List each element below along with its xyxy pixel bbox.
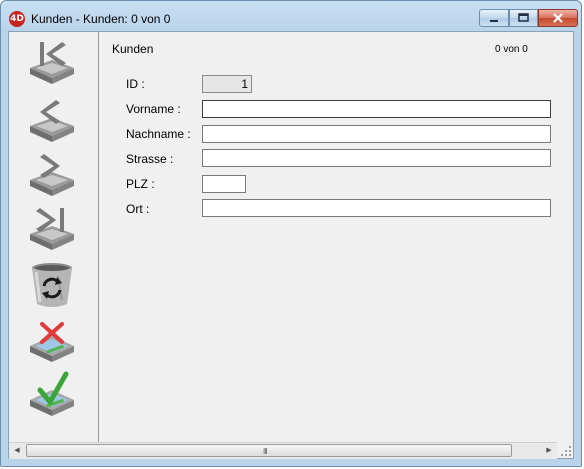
- accept-icon: [30, 371, 74, 416]
- 4d-app-icon: 4D: [9, 11, 25, 27]
- plz-label: PLZ :: [126, 177, 155, 191]
- scroll-right-arrow-icon[interactable]: ▶: [541, 443, 557, 459]
- window: 4D Kunden - Kunden: 0 von 0 Kunden 0 von…: [0, 0, 582, 467]
- vorname-label: Vorname :: [126, 102, 181, 116]
- nachname-field[interactable]: [202, 125, 551, 143]
- trash-icon: [32, 263, 72, 307]
- scroll-left-arrow-icon[interactable]: ◀: [9, 443, 25, 459]
- first-record-button[interactable]: [24, 38, 80, 88]
- next-record-icon: [30, 154, 74, 196]
- id-field[interactable]: [202, 75, 252, 93]
- delete-record-button[interactable]: [24, 260, 80, 310]
- scrollbar-grip: III: [263, 447, 268, 456]
- form-title: Kunden: [112, 42, 154, 56]
- cancel-icon: [30, 322, 74, 362]
- resize-grip-icon[interactable]: [557, 442, 573, 458]
- first-record-icon: [30, 42, 74, 84]
- close-icon: [539, 10, 577, 26]
- horizontal-scrollbar[interactable]: ◀ III ▶: [9, 442, 557, 459]
- scrollbar-thumb[interactable]: III: [26, 444, 512, 457]
- maximize-icon: [510, 10, 537, 26]
- cancel-button[interactable]: [24, 316, 80, 366]
- ort-label: Ort :: [126, 202, 150, 216]
- nachname-label: Nachname :: [126, 127, 191, 141]
- client-area: Kunden 0 von 0 ID : Vorname : Nachname :…: [8, 31, 574, 459]
- last-record-button[interactable]: [24, 204, 80, 254]
- plz-field[interactable]: [202, 175, 246, 193]
- minimize-icon: [480, 10, 508, 26]
- previous-record-icon: [30, 100, 74, 142]
- ort-field[interactable]: [202, 199, 551, 217]
- accept-button[interactable]: [24, 370, 80, 420]
- previous-record-button[interactable]: [24, 94, 80, 144]
- id-label: ID :: [126, 77, 145, 91]
- record-count: 0 von 0: [495, 44, 528, 55]
- maximize-button[interactable]: [509, 9, 538, 27]
- next-record-button[interactable]: [24, 148, 80, 198]
- record-toolbar: [9, 32, 99, 442]
- title-bar[interactable]: 4D Kunden - Kunden: 0 von 0: [1, 1, 583, 31]
- close-button[interactable]: [538, 9, 578, 27]
- kunden-form: Kunden 0 von 0 ID : Vorname : Nachname :…: [99, 32, 573, 442]
- window-title: Kunden - Kunden: 0 von 0: [31, 12, 171, 26]
- vorname-field[interactable]: [202, 100, 551, 118]
- minimize-button[interactable]: [479, 9, 509, 27]
- strasse-label: Strasse :: [126, 152, 174, 166]
- last-record-icon: [30, 208, 74, 250]
- strasse-field[interactable]: [202, 149, 551, 167]
